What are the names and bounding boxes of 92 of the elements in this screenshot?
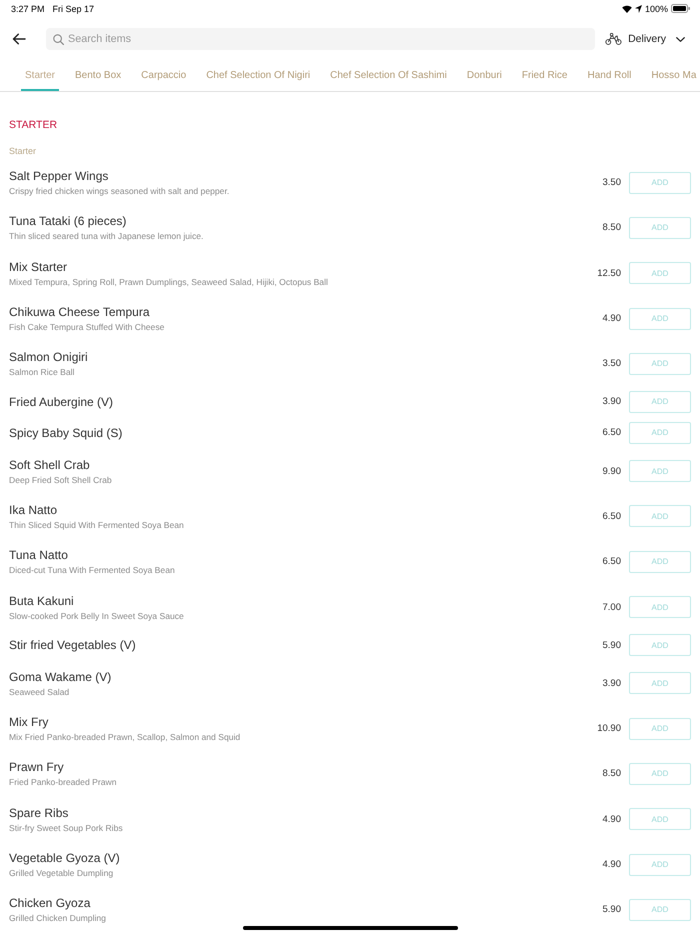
item-name: Mix Fry: [9, 714, 48, 732]
item-description: Seaweed Salad: [9, 686, 70, 699]
item-price: 3.90: [602, 396, 621, 408]
item-name: Spare Ribs: [9, 804, 68, 822]
category-tab[interactable]: Hosso Ma: [647, 62, 696, 91]
item-description: Slow-cooked Pork Belly In Sweet Soya Sauce: [9, 610, 184, 623]
item-price: 6.50: [602, 556, 621, 568]
search-field[interactable]: Search items: [46, 28, 596, 50]
add-button[interactable]: ADD: [629, 460, 691, 482]
add-button[interactable]: ADD: [629, 422, 691, 444]
chevron-down-icon: [676, 36, 685, 42]
item-price: 6.50: [602, 510, 621, 522]
category-tab[interactable]: Fried Rice: [518, 62, 572, 91]
add-button[interactable]: ADD: [629, 808, 691, 830]
item-price: 10.90: [597, 723, 621, 734]
item-price: 3.50: [602, 177, 621, 188]
add-button[interactable]: ADD: [629, 352, 691, 375]
add-button[interactable]: ADD: [629, 718, 691, 740]
item-name: Prawn Fry: [9, 759, 64, 776]
scooter-icon: [605, 33, 622, 45]
add-button[interactable]: ADD: [629, 308, 691, 330]
item-description: Salmon Rice Ball: [9, 366, 74, 380]
item-price: 9.90: [602, 466, 621, 477]
category-tab[interactable]: Bento Box: [71, 62, 126, 91]
item-description: Thin sliced seared tuna with Japanese lemon juice.: [9, 230, 204, 244]
item-price: 8.50: [602, 222, 621, 234]
category-tab[interactable]: Chef Selection Of Sashimi: [326, 62, 451, 91]
item-name: Spicy Baby Squid (S): [9, 424, 122, 442]
add-button[interactable]: ADD: [629, 596, 691, 618]
add-button[interactable]: ADD: [629, 216, 691, 239]
item-name: Chikuwa Cheese Tempura: [9, 304, 150, 322]
item-description: Thin Sliced Squid With Fermented Soya Bean: [9, 518, 184, 532]
wifi-icon: [622, 4, 632, 12]
item-name: Buta Kakuni: [9, 592, 74, 610]
item-description: Mix Fried Panko-breaded Prawn, Scallop, Salmon and Squid: [9, 731, 240, 744]
category-tab[interactable]: Carpaccio: [137, 62, 190, 91]
category-tab[interactable]: Donburi: [462, 62, 506, 91]
add-button[interactable]: ADD: [629, 762, 691, 785]
item-description: Grilled Vegetable Dumpling: [9, 867, 114, 880]
item-description: Fried Panko-breaded Prawn: [9, 776, 116, 790]
item-name: Stir fried Vegetables (V): [9, 637, 136, 654]
add-button[interactable]: ADD: [629, 390, 691, 413]
battery-icon: [671, 4, 690, 13]
item-name: Vegetable Gyoza (V): [9, 850, 120, 867]
item-name: Chicken Gyoza: [9, 895, 90, 912]
item-price: 5.90: [602, 904, 621, 916]
item-description: Mixed Tempura, Spring Roll, Prawn Dumplings, Seaweed Salad, Hijiki, Octopus Ball: [9, 276, 328, 289]
search-icon: [53, 34, 64, 44]
add-button[interactable]: ADD: [629, 672, 691, 694]
item-name: Goma Wakame (V): [9, 668, 112, 686]
item-price: 7.00: [602, 602, 621, 613]
item-price: 4.90: [602, 313, 621, 324]
battery-percentage: 100%: [644, 4, 668, 14]
item-description: Fish Cake Tempura Stuffed With Cheese: [9, 321, 164, 334]
section-title: STARTER: [9, 118, 58, 132]
item-price: 6.50: [602, 427, 621, 438]
item-price: 8.50: [602, 768, 621, 780]
category-tab[interactable]: Starter: [21, 62, 60, 91]
item-price: 4.90: [602, 859, 621, 870]
item-price: 3.90: [602, 678, 621, 689]
item-price: 5.90: [602, 640, 621, 651]
delivery-dropdown[interactable]: Delivery: [605, 33, 685, 45]
add-button[interactable]: ADD: [629, 898, 691, 921]
section-subtitle: Starter: [9, 145, 36, 157]
item-name: Ika Natto: [9, 502, 58, 519]
add-button[interactable]: ADD: [629, 854, 691, 876]
item-price: 4.90: [602, 814, 621, 825]
item-description: Deep Fried Soft Shell Crab: [9, 474, 112, 487]
item-name: Mix Starter: [9, 258, 68, 276]
item-name: Salmon Onigiri: [9, 349, 88, 366]
add-button[interactable]: ADD: [629, 262, 691, 284]
back-arrow-icon[interactable]: [12, 33, 26, 45]
item-description: Grilled Chicken Dumpling: [9, 912, 106, 926]
add-button[interactable]: ADD: [629, 550, 691, 573]
add-button[interactable]: ADD: [629, 505, 691, 528]
status-time: 3:27 PM: [11, 4, 45, 14]
item-name: Soft Shell Crab: [9, 456, 90, 474]
item-name: Tuna Tataki (6 pieces): [9, 213, 126, 230]
category-tab[interactable]: Chef Selection Of Nigiri: [202, 62, 314, 91]
item-price: 12.50: [597, 268, 621, 279]
item-description: Crispy fried chicken wings seasoned with salt and pepper.: [9, 185, 230, 198]
item-name: Salt Pepper Wings: [9, 168, 108, 186]
item-name: Tuna Natto: [9, 547, 68, 564]
category-tab[interactable]: Hand Roll: [583, 62, 636, 91]
item-description: Stir-fry Sweet Soup Pork Ribs: [9, 822, 123, 835]
item-name: Fried Aubergine (V): [9, 394, 114, 411]
add-button[interactable]: ADD: [629, 172, 691, 194]
status-date: Fri Sep 17: [52, 4, 94, 14]
location-arrow-icon: [634, 4, 642, 12]
item-price: 3.50: [602, 358, 621, 370]
item-description: Diced-cut Tuna With Fermented Soya Bean: [9, 564, 175, 578]
add-button[interactable]: ADD: [629, 634, 691, 656]
